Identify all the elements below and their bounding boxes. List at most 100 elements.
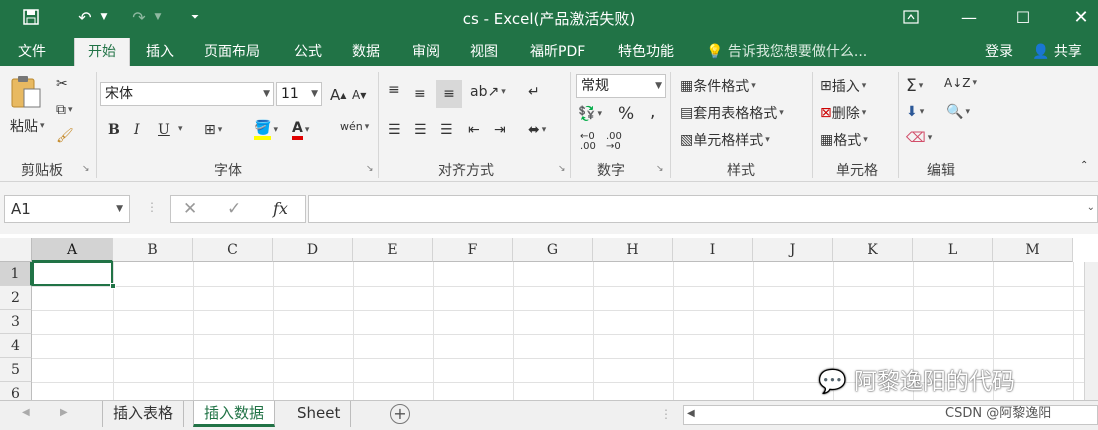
delete-cells-button[interactable]: ⊠ 删除 ▾ [820, 103, 866, 123]
comma-style-button[interactable]: , [650, 102, 655, 122]
clear-icon[interactable]: ⌫ ▾ [906, 130, 932, 146]
orientation-icon[interactable]: ab↗ ▾ [470, 84, 506, 100]
bold-button[interactable]: B [108, 122, 120, 138]
tell-me-search[interactable]: 💡 告诉我您想要做什么... [706, 38, 867, 66]
column-header[interactable]: F [433, 238, 513, 262]
tab-view[interactable]: 视图 [464, 38, 504, 66]
enter-icon[interactable]: ✓ [227, 199, 241, 219]
column-header[interactable]: K [833, 238, 913, 262]
increase-indent-icon[interactable]: ⇥ [494, 122, 506, 138]
italic-button[interactable]: I [134, 122, 140, 138]
column-header[interactable]: E [353, 238, 433, 262]
decrease-decimal-icon[interactable]: .00 →0 [606, 132, 622, 152]
sheet-tab-active[interactable]: 插入数据 [193, 401, 276, 427]
conditional-format-button[interactable]: ▦ 条件格式 ▾ [680, 76, 756, 96]
alignment-launcher-icon[interactable]: ↘ [558, 164, 566, 174]
borders-icon[interactable]: ⊞ ▾ [204, 122, 222, 138]
fill-color-icon[interactable]: 🪣 ▾ [254, 120, 278, 140]
currency-icon[interactable]: 💱 ▾ [578, 106, 602, 122]
add-sheet-icon[interactable]: + [390, 404, 410, 424]
underline-button[interactable]: U [158, 122, 170, 138]
column-header[interactable]: M [993, 238, 1073, 262]
align-bottom-icon[interactable]: ≡ [436, 80, 462, 108]
decrease-indent-icon[interactable]: ⇤ [468, 122, 480, 138]
font-size-select[interactable]: 11 ▼ [276, 82, 322, 106]
align-top-icon[interactable]: ≡ [388, 82, 400, 98]
cut-icon[interactable]: ✂ [56, 76, 68, 92]
align-right-icon[interactable]: ☰ [440, 122, 453, 138]
wrap-text-icon[interactable]: ↵ [528, 84, 540, 100]
scroll-left-icon[interactable]: ◀ [687, 408, 695, 419]
increase-decimal-icon[interactable]: ←0.00 [580, 132, 596, 152]
paste-button[interactable]: 粘贴 ▾ [10, 116, 45, 136]
align-middle-icon[interactable]: ≡ [414, 86, 426, 102]
tab-special-features[interactable]: 特色功能 [612, 38, 680, 66]
maximize-icon[interactable]: ☐ [1012, 6, 1034, 28]
find-select-icon[interactable]: 🔍 ▾ [946, 104, 970, 120]
tab-foxit-pdf[interactable]: 福昕PDF [524, 38, 591, 66]
paste-icon[interactable] [10, 74, 44, 110]
copy-icon[interactable]: ⧉ ▾ [56, 102, 73, 118]
column-header[interactable]: B [113, 238, 193, 262]
tab-formulas[interactable]: 公式 [288, 38, 328, 66]
fill-handle[interactable] [110, 283, 116, 289]
next-sheet-icon[interactable]: ▶ [60, 407, 68, 418]
split-handle-icon[interactable]: ⋮ [660, 407, 672, 421]
font-launcher-icon[interactable]: ↘ [366, 164, 374, 174]
format-cells-button[interactable]: ▦ 格式 ▾ [820, 130, 868, 150]
insert-cells-button[interactable]: ⊞ 插入 ▾ [820, 76, 866, 96]
number-format-select[interactable]: 常规 ▼ [576, 74, 666, 98]
sort-filter-icon[interactable]: A↓Z ▾ [944, 76, 977, 90]
select-all-button[interactable] [0, 238, 32, 262]
cancel-icon[interactable]: ✕ [183, 199, 197, 219]
number-launcher-icon[interactable]: ↘ [656, 164, 664, 174]
insert-function-button[interactable]: fx [273, 199, 288, 218]
column-header[interactable]: I [673, 238, 753, 262]
merge-center-icon[interactable]: ⬌ ▾ [528, 122, 546, 138]
font-name-select[interactable]: 宋体 ▼ [100, 82, 274, 106]
collapse-ribbon-icon[interactable]: ⌃ [1080, 160, 1088, 171]
row-header[interactable]: 6 [0, 382, 32, 400]
close-icon[interactable]: ✕ [1070, 6, 1092, 28]
share-button[interactable]: 👤 共享 [1032, 38, 1082, 66]
phonetic-icon[interactable]: wén ▾ [340, 120, 369, 133]
decrease-font-icon[interactable]: A ▼ [352, 88, 366, 102]
row-header[interactable]: 1 [0, 262, 32, 286]
column-header[interactable]: G [513, 238, 593, 262]
expand-formula-icon[interactable]: ⌄ [1087, 202, 1095, 213]
sheet-tab[interactable]: 插入表格 [102, 401, 185, 427]
column-header[interactable]: L [913, 238, 993, 262]
row-header[interactable]: 5 [0, 358, 32, 382]
column-header[interactable]: J [753, 238, 833, 262]
prev-sheet-icon[interactable]: ◀ [22, 407, 30, 418]
column-header[interactable]: A [32, 238, 113, 262]
autosum-icon[interactable]: Σ ▾ [906, 76, 923, 96]
tab-page-layout[interactable]: 页面布局 [198, 38, 266, 66]
login-link[interactable]: 登录 [985, 38, 1013, 66]
tab-home[interactable]: 开始 [74, 38, 130, 66]
align-center-icon[interactable]: ☰ [414, 122, 427, 138]
tab-data[interactable]: 数据 [346, 38, 386, 66]
align-left-icon[interactable]: ☰ [388, 122, 401, 138]
drag-handle-icon[interactable]: ⋮ [146, 200, 158, 214]
underline-dropdown-icon[interactable]: ▾ [176, 124, 183, 134]
row-header[interactable]: 4 [0, 334, 32, 358]
row-header[interactable]: 2 [0, 286, 32, 310]
minimize-icon[interactable]: — [958, 6, 980, 28]
format-as-table-button[interactable]: ▤ 套用表格格式 ▾ [680, 103, 784, 123]
tab-file[interactable]: 文件 [12, 38, 52, 66]
ribbon-display-icon[interactable] [900, 6, 922, 28]
formula-input[interactable]: ⌄ [308, 195, 1098, 223]
row-header[interactable]: 3 [0, 310, 32, 334]
tab-review[interactable]: 审阅 [406, 38, 446, 66]
increase-font-icon[interactable]: A ▲ [330, 86, 346, 104]
fill-icon[interactable]: ⬇ ▾ [906, 104, 924, 120]
column-header[interactable]: D [273, 238, 353, 262]
tab-insert[interactable]: 插入 [140, 38, 180, 66]
font-color-icon[interactable]: A ▾ [292, 120, 309, 140]
column-header[interactable]: H [593, 238, 673, 262]
vertical-scrollbar[interactable] [1084, 262, 1098, 400]
percent-button[interactable]: % [618, 104, 634, 124]
clipboard-launcher-icon[interactable]: ↘ [82, 164, 90, 174]
format-painter-icon[interactable]: 🖌 [56, 128, 74, 144]
